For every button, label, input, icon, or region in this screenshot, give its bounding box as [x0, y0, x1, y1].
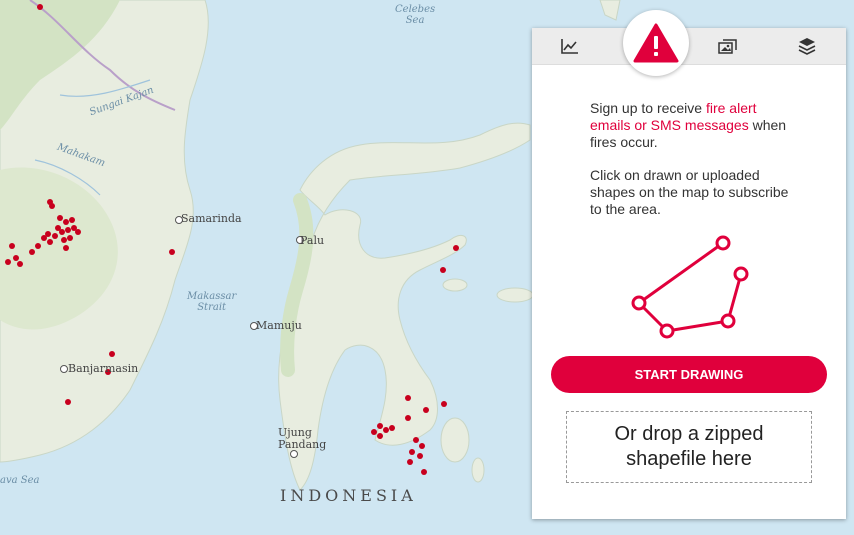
intro-text: Sign up to receive fire alert emails or …: [590, 100, 787, 150]
city-dot-banjarmasin: [60, 365, 68, 373]
subscribe-panel: Sign up to receive fire alert emails or …: [532, 10, 846, 519]
tab-layers[interactable]: [769, 28, 845, 64]
city-label-banjarmasin: Banjarmasin: [68, 362, 139, 375]
line-chart-icon: [561, 39, 578, 54]
start-drawing-button[interactable]: START DRAWING: [551, 356, 827, 393]
city-label-palu: Palu: [300, 234, 325, 247]
tab-bar: [532, 28, 846, 65]
layers-icon: [798, 38, 816, 55]
imagery-icon: [718, 39, 737, 54]
instructions-text: Click on drawn or uploaded shapes on the…: [590, 167, 789, 217]
sea-label-celebes: Celebes Sea: [395, 4, 436, 26]
tab-imagery[interactable]: [690, 28, 766, 64]
tab-analysis[interactable]: [532, 28, 608, 64]
city-label-samarinda: Samarinda: [181, 212, 242, 225]
sea-label-makassar: Makassar Strait: [187, 291, 237, 313]
draw-shape-illustration: [631, 235, 749, 339]
city-label-mamuju: Mamuju: [256, 319, 302, 332]
dropzone-label: Or drop a zipped shapefile here: [614, 423, 764, 470]
alert-icon: [633, 23, 679, 63]
city-label-ujung-pandang: Ujung Pandang: [278, 426, 327, 451]
city-dot-ujung-pandang: [290, 450, 298, 458]
sea-label-java: ava Sea: [0, 475, 40, 486]
shapefile-dropzone[interactable]: Or drop a zipped shapefile here: [566, 411, 812, 483]
tab-subscribe[interactable]: [623, 10, 689, 76]
country-label: INDONESIA: [280, 486, 417, 505]
